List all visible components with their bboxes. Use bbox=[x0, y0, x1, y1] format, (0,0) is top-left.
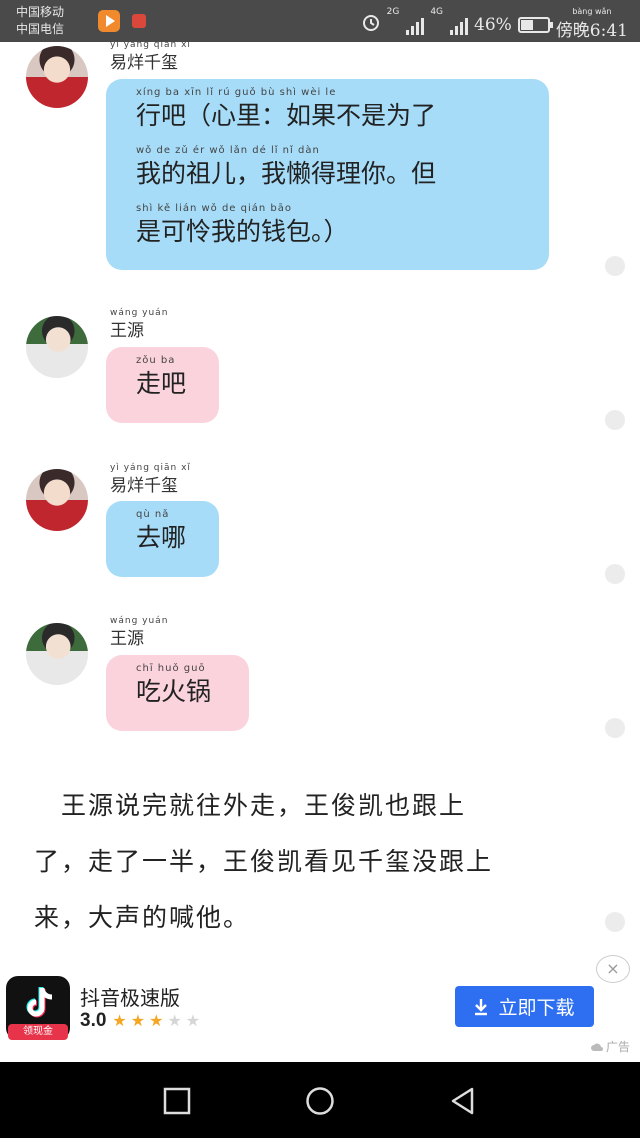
douyin-app-icon[interactable]: 领现金 bbox=[6, 976, 70, 1040]
icon-tag: 领现金 bbox=[8, 1024, 68, 1040]
network-type-1: 2G bbox=[386, 7, 400, 17]
download-icon bbox=[475, 998, 488, 1015]
battery-icon bbox=[517, 16, 553, 33]
narration-line: 了，走了一半，王俊凯看见千玺没跟上 bbox=[34, 847, 494, 876]
avatar[interactable] bbox=[26, 623, 88, 685]
notification-app-icon bbox=[132, 14, 146, 28]
battery-fill bbox=[520, 19, 533, 30]
video-app-icon bbox=[98, 10, 120, 32]
rating-score: 3.0 bbox=[80, 1010, 107, 1031]
carrier-1: 中国移动 bbox=[16, 5, 65, 19]
message-line: wǒ de zǔ ér wǒ lǎn dé lǐ nǐ dàn 我的祖儿，我懒得理… bbox=[136, 145, 437, 188]
star-filled-icon: ★ bbox=[149, 1011, 164, 1030]
message-bubble[interactable]: qù nǎ 去哪 bbox=[106, 501, 219, 577]
download-label: 立即下载 bbox=[498, 998, 575, 1019]
ad-label: 广告 bbox=[590, 1038, 630, 1055]
clock: bàng wǎn 傍晚6:41 bbox=[555, 7, 628, 42]
message-bubble[interactable]: xíng ba xīn lǐ rú guǒ bù shì wèi le 行吧（心里… bbox=[106, 79, 549, 270]
navigation-bar bbox=[0, 1062, 640, 1138]
signal-icon bbox=[406, 15, 425, 35]
clock-time: 傍晚6:41 bbox=[555, 21, 628, 41]
star-empty-icon: ★ bbox=[167, 1011, 182, 1030]
status-indicators: 2G 4G 46% bàng wǎn 傍晚6:41 bbox=[361, 8, 628, 41]
back-button[interactable] bbox=[448, 1086, 478, 1116]
read-indicator bbox=[605, 564, 625, 584]
ad-close-button[interactable]: × bbox=[596, 955, 630, 983]
sender-name: 易烊千玺 bbox=[110, 476, 178, 496]
download-button[interactable]: 立即下载 bbox=[455, 986, 594, 1027]
carrier-2: 中国电信 bbox=[16, 22, 65, 36]
ad-app-name[interactable]: 抖音极速版 bbox=[80, 982, 180, 1011]
home-button[interactable] bbox=[305, 1086, 335, 1116]
clock-pinyin: bàng wǎn bbox=[572, 7, 612, 16]
chat-area[interactable]: yì yáng qiān xǐ 易烊千玺 xíng ba xīn lǐ rú g… bbox=[0, 40, 640, 972]
star-filled-icon: ★ bbox=[130, 1011, 146, 1030]
avatar[interactable] bbox=[26, 469, 88, 531]
avatar[interactable] bbox=[26, 316, 88, 378]
avatar[interactable] bbox=[26, 46, 88, 108]
read-indicator bbox=[605, 912, 625, 932]
narration-line: 来，大声的喊他。 bbox=[34, 903, 251, 932]
read-indicator bbox=[605, 718, 625, 738]
recent-apps-button[interactable] bbox=[162, 1086, 192, 1116]
read-indicator bbox=[605, 410, 625, 430]
rating-stars: ★ ★ ★ ★ ★ bbox=[112, 1012, 200, 1030]
battery-text: 46% bbox=[474, 14, 512, 35]
narration-text: 王源说完就往外走，王俊凯也跟上 了，走了一半，王俊凯看见千玺没跟上 来，大声的喊… bbox=[34, 778, 554, 946]
message-bubble[interactable]: zǒu ba 走吧 bbox=[106, 347, 219, 423]
message-line: shì kě lián wǒ de qián bāo 是可怜我的钱包。） bbox=[136, 203, 349, 246]
narration-line: 王源说完就往外走，王俊凯也跟上 bbox=[34, 791, 467, 820]
ad-banner[interactable]: 领现金 抖音极速版 3.0 ★ ★ ★ ★ ★ 立即下载 × 广告 bbox=[0, 955, 640, 1062]
ad-rating: 3.0 ★ ★ ★ ★ ★ bbox=[80, 1010, 200, 1032]
sender-name: 王源 bbox=[110, 321, 144, 341]
star-filled-icon: ★ bbox=[112, 1011, 127, 1030]
star-empty-icon: ★ bbox=[185, 1011, 201, 1030]
sender-name: 易烊千玺 bbox=[110, 53, 178, 73]
status-bar: 中国移动 中国电信 2G 4G 46% bàng wǎn 傍晚6:41 bbox=[0, 0, 640, 42]
music-note-icon bbox=[26, 987, 53, 1018]
alarm-icon bbox=[361, 12, 381, 37]
carrier-names: 中国移动 中国电信 bbox=[16, 4, 64, 38]
message-bubble[interactable]: chī huǒ guō 吃火锅 bbox=[106, 655, 249, 731]
sender-name: 王源 bbox=[110, 629, 144, 649]
cloud-icon bbox=[590, 1043, 603, 1052]
read-indicator bbox=[605, 256, 625, 276]
network-type-2: 4G bbox=[430, 7, 444, 17]
signal-icon-2 bbox=[450, 15, 469, 35]
message-line: xíng ba xīn lǐ rú guǒ bù shì wèi le 行吧（心里… bbox=[136, 87, 437, 130]
